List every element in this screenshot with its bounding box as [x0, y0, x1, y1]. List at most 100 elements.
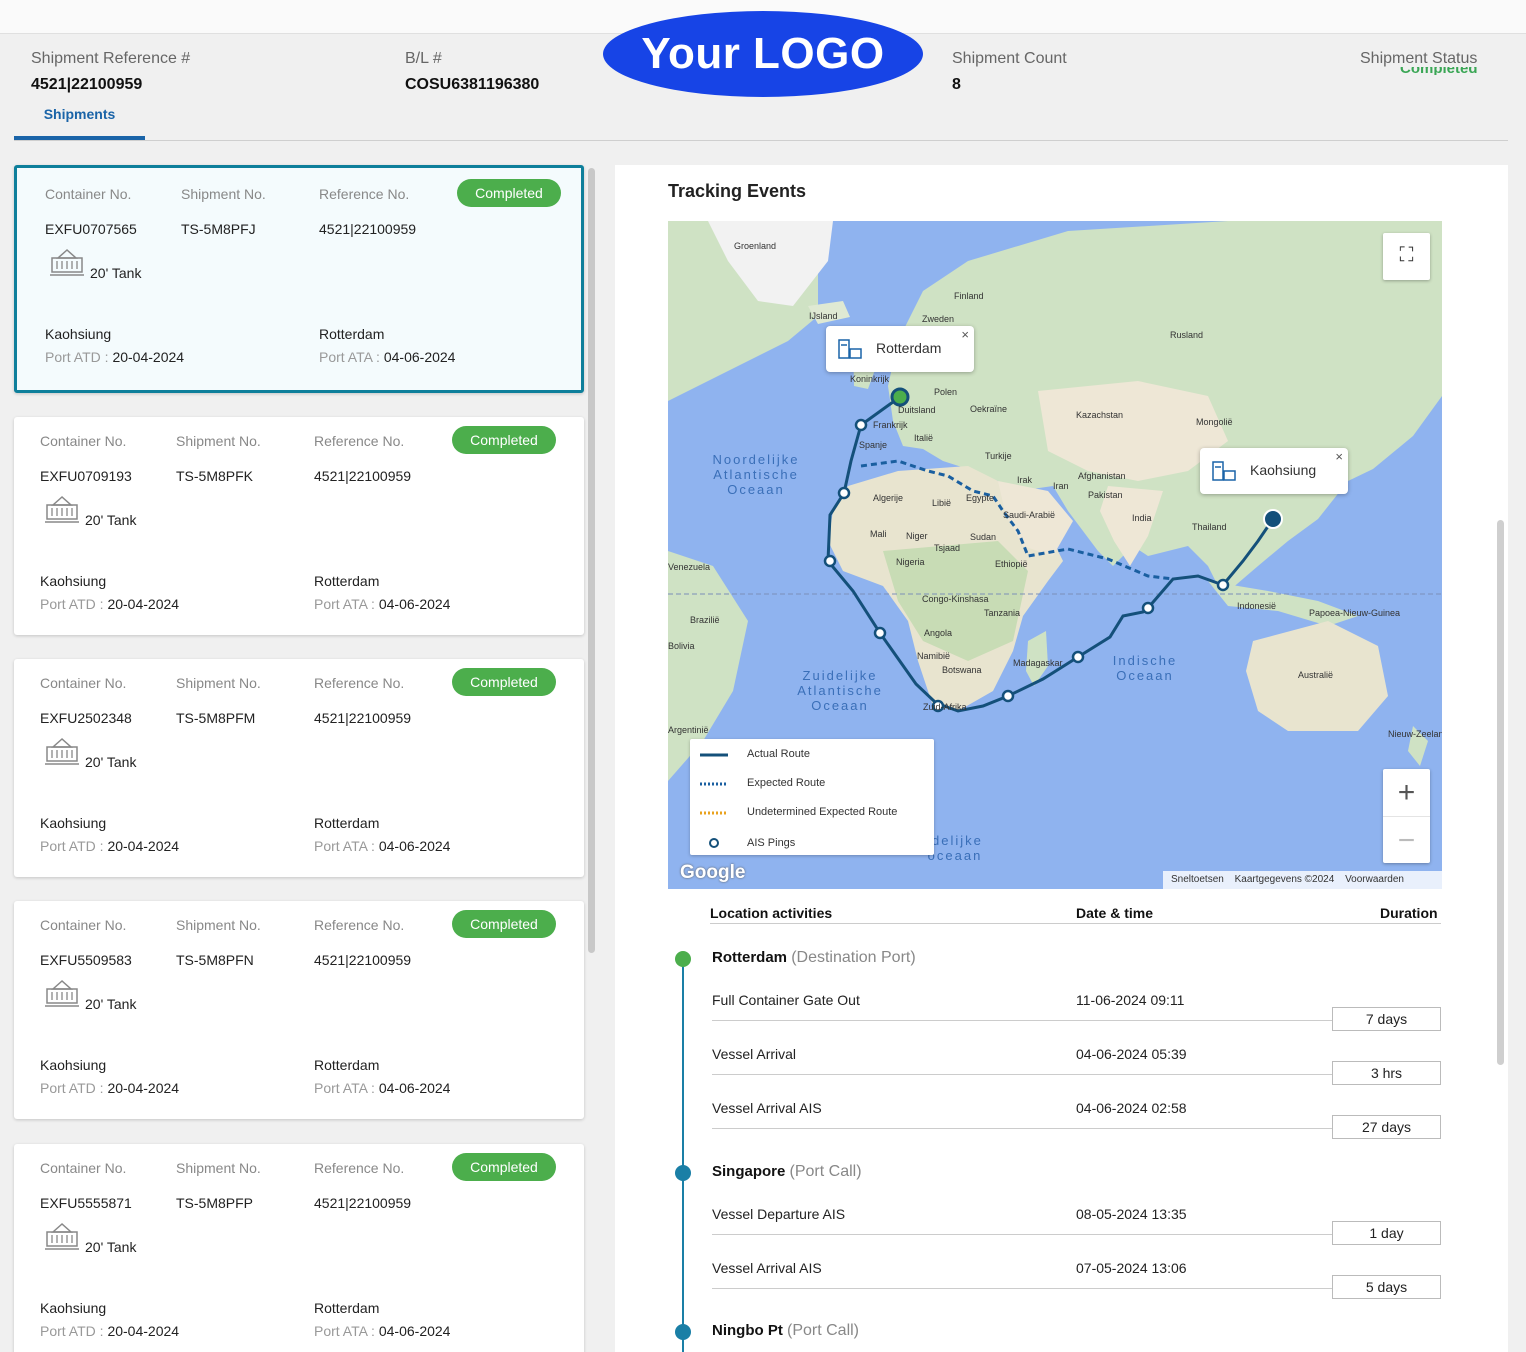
event-duration: 27 days	[1332, 1115, 1441, 1139]
legend-label: AIS Pings	[747, 837, 796, 849]
shipment-card[interactable]: Container No. Shipment No. Reference No. Co…	[14, 659, 584, 877]
location-name: Ningbo Pt	[712, 1322, 783, 1339]
bl-label: B/L #	[405, 50, 442, 67]
map-label: Saudi-Arabië	[1003, 510, 1056, 520]
route-map[interactable]: Groenland Finland IJsland Zweden Rusland Koni…	[668, 221, 1442, 889]
port-atd-label: Port ATD :	[40, 1080, 104, 1096]
event-datetime: 08-05-2024 13:35	[1076, 1206, 1187, 1222]
map-label: Nigeria	[896, 557, 925, 567]
terms-link[interactable]: Voorwaarden	[1345, 874, 1404, 885]
event-datetime: 04-06-2024 02:58	[1076, 1100, 1187, 1116]
event-name: Vessel Arrival	[712, 1046, 797, 1062]
origin-port: Kaohsiung	[40, 1057, 107, 1073]
container-type: 20' Tank	[85, 512, 137, 528]
tracking-events-title: Tracking Events	[668, 181, 807, 201]
map-label: Finland	[954, 291, 984, 301]
shipment-reference-field: Shipment Reference # 4521|22100959	[31, 50, 190, 94]
timeline-dot	[675, 951, 691, 967]
zoom-out-button[interactable]: −	[1383, 816, 1430, 863]
container-type: 20' Tank	[85, 1239, 137, 1255]
event-datetime: 11-06-2024 09:11	[1076, 992, 1185, 1008]
event-name: Full Container Gate Out	[712, 992, 860, 1008]
map-label: Afghanistan	[1078, 471, 1126, 481]
tab-shipments[interactable]: Shipments	[14, 104, 145, 140]
ais-ping-marker[interactable]	[1001, 689, 1015, 703]
ais-ping-marker[interactable]	[854, 418, 868, 432]
location-type: (Port Call)	[787, 1322, 860, 1339]
map-attribution: Sneltoetsen Kaartgegevens ©2024 Voorwaar…	[1163, 871, 1442, 889]
map-label: Egypte	[966, 493, 995, 503]
dest-port-marker	[890, 387, 910, 407]
zoom-in-button[interactable]: +	[1383, 769, 1430, 816]
destination-port: Rotterdam	[319, 326, 385, 342]
tank-container-icon	[50, 248, 84, 276]
port-ata: Port ATA : 04-06-2024	[314, 1323, 450, 1339]
tank-container-icon	[45, 979, 79, 1007]
column-header-location: Location activities	[710, 905, 833, 921]
shipment-count-field: Shipment Count 8	[952, 50, 1067, 94]
map-label: Brazilië	[690, 615, 720, 625]
map-label: Frankrijk	[873, 420, 908, 430]
location-heading: Ningbo Pt (Port Call)	[712, 1322, 859, 1340]
card-list-scrollbar[interactable]	[588, 168, 595, 953]
shipment-card[interactable]: Container No. Shipment No. Reference No. Co…	[14, 901, 584, 1119]
tank-container-icon	[45, 1222, 79, 1250]
shipment-no: TS-5M8PFK	[176, 468, 254, 484]
location-name: Rotterdam	[712, 949, 788, 966]
shipment-no-label: Shipment No.	[181, 186, 266, 202]
map-label: Congo-Kinshasa	[922, 594, 989, 604]
shipment-no-label: Shipment No.	[176, 917, 261, 933]
map-label: Mali	[870, 529, 887, 539]
reference-no-label: Reference No.	[314, 1160, 405, 1176]
popup-origin-name: Kaohsiung	[1250, 462, 1317, 478]
ais-ping-marker[interactable]	[837, 486, 851, 500]
popup-destination[interactable]: Rotterdam ×	[826, 326, 974, 372]
map-label: Koninkrijk	[850, 374, 890, 384]
map-label: Polen	[934, 387, 958, 397]
container-no: EXFU5509583	[40, 952, 132, 968]
tank-container-icon	[45, 737, 79, 765]
close-icon[interactable]: ×	[961, 327, 969, 342]
container-type: 20' Tank	[85, 754, 137, 770]
map-label: Pakistan	[1088, 490, 1123, 500]
timeline-dot	[675, 1165, 691, 1181]
event-duration: 3 hrs	[1332, 1061, 1441, 1085]
ais-ping-marker[interactable]	[1216, 578, 1230, 592]
ais-ping-marker[interactable]	[1141, 601, 1155, 615]
close-icon[interactable]: ×	[1335, 449, 1343, 464]
status-badge: Completed	[457, 179, 561, 207]
legend-label: Actual Route	[747, 748, 810, 760]
port-atd-value: 20-04-2024	[107, 1323, 180, 1339]
location-type: (Port Call)	[789, 1163, 862, 1180]
container-no: EXFU2502348	[40, 710, 132, 726]
origin-port-marker	[1263, 509, 1283, 529]
map-label: Groenland	[734, 241, 777, 251]
shipment-card[interactable]: Container No. Shipment No. Reference No. Co…	[14, 417, 584, 635]
container-type: 20' Tank	[85, 996, 137, 1012]
shipment-no-label: Shipment No.	[176, 1160, 261, 1176]
dotted-line-orange-icon	[700, 811, 728, 815]
event-divider	[712, 1128, 1332, 1129]
destination-port: Rotterdam	[314, 573, 380, 589]
shipment-card[interactable]: Container No. Shipment No. Reference No. Co…	[14, 1144, 584, 1352]
fullscreen-button[interactable]: ⛶	[1383, 233, 1430, 280]
dotted-line-icon	[700, 782, 728, 786]
port-ata-value: 04-06-2024	[378, 596, 451, 612]
keyboard-shortcuts-link[interactable]: Sneltoetsen	[1171, 874, 1224, 885]
bl-field: B/L # COSU6381196380	[405, 50, 539, 94]
port-ata-value: 04-06-2024	[383, 349, 456, 365]
shipment-count-value: 8	[952, 76, 961, 93]
map-label: Spanje	[859, 440, 888, 450]
event-divider	[712, 1020, 1332, 1021]
ocean-label-north-atlantic: Noordelijke Atlantische Oceaan	[712, 452, 800, 497]
port-ata: Port ATA : 04-06-2024	[314, 1080, 450, 1096]
shipment-card[interactable]: Container No. Shipment No. Reference No. Co…	[14, 165, 584, 393]
shipment-status-field: Shipment Status	[1360, 50, 1477, 68]
page-scrollbar[interactable]	[1497, 520, 1504, 1065]
map-label: Madagaskar	[1013, 658, 1063, 668]
legend-label: Undetermined Expected Route	[747, 806, 898, 818]
ais-ping-marker[interactable]	[1071, 650, 1085, 664]
ais-ping-marker[interactable]	[873, 626, 887, 640]
popup-origin[interactable]: Kaohsiung ×	[1200, 448, 1348, 494]
ais-ping-marker[interactable]	[823, 554, 837, 568]
